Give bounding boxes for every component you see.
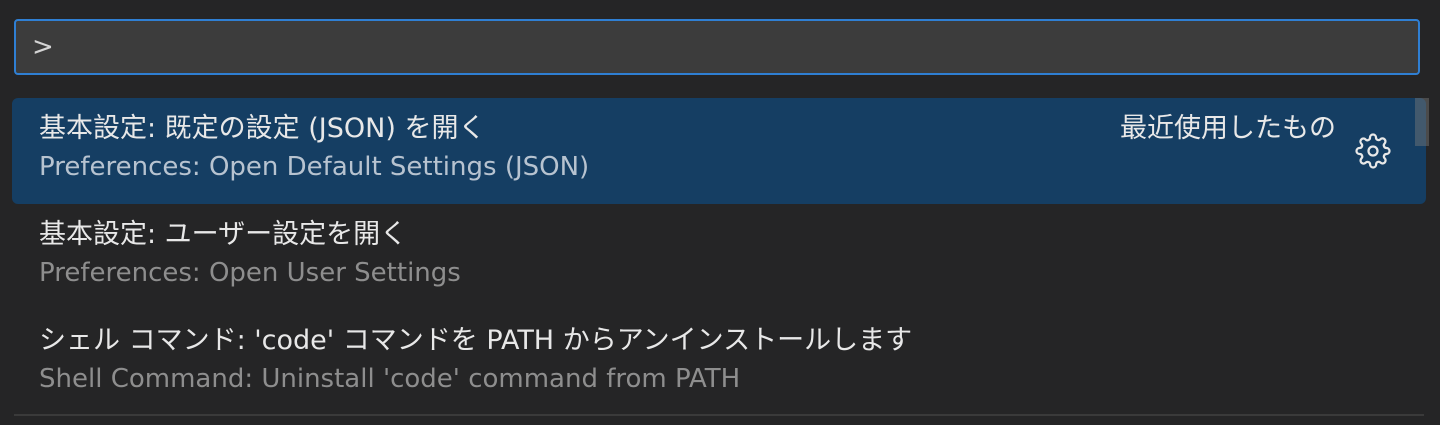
list-scrollbar-thumb[interactable] — [1415, 98, 1429, 146]
command-item-uninstall-code-command[interactable]: シェル コマンド: 'code' コマンドを PATH からアンインストールしま… — [12, 310, 1426, 416]
command-label: シェル コマンド: 'code' コマンドを PATH からアンインストールしま… — [39, 325, 913, 356]
command-detail: Preferences: Open User Settings — [39, 258, 461, 288]
command-label: 基本設定: ユーザー設定を開く — [39, 219, 408, 250]
command-list: 基本設定: 既定の設定 (JSON) を開く Preferences: Open… — [12, 98, 1426, 410]
command-item-open-default-settings-json[interactable]: 基本設定: 既定の設定 (JSON) を開く Preferences: Open… — [12, 98, 1426, 204]
command-input-box[interactable] — [14, 19, 1420, 75]
command-detail: Shell Command: Uninstall 'code' command … — [39, 364, 741, 394]
command-palette: 基本設定: 既定の設定 (JSON) を開く Preferences: Open… — [0, 0, 1440, 425]
list-divider — [14, 414, 1424, 416]
command-label: 基本設定: 既定の設定 (JSON) を開く — [39, 113, 486, 144]
recently-used-badge: 最近使用したもの — [1120, 113, 1336, 144]
gear-icon[interactable] — [1354, 132, 1392, 170]
command-item-open-user-settings[interactable]: 基本設定: ユーザー設定を開く Preferences: Open User S… — [12, 204, 1426, 310]
command-detail: Preferences: Open Default Settings (JSON… — [39, 152, 590, 182]
command-input[interactable] — [16, 21, 1418, 73]
